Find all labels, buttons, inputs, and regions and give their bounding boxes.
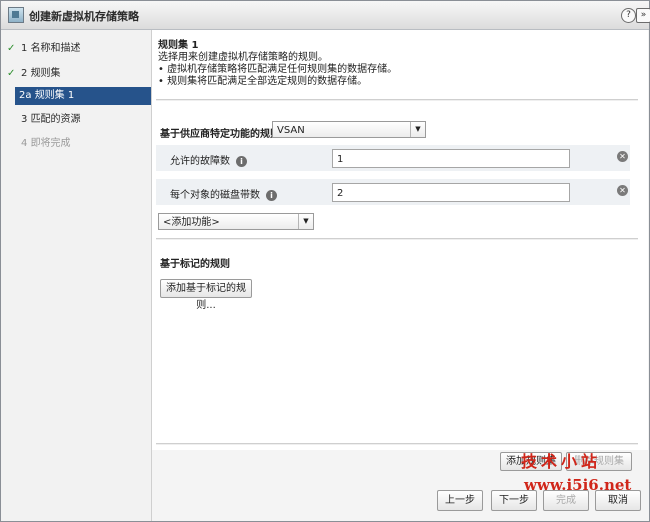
stripes-per-object-input[interactable]: 2: [332, 183, 570, 202]
expand-icon[interactable]: »: [636, 8, 650, 23]
divider: [156, 238, 638, 240]
step-number: 3: [21, 114, 28, 125]
capability-row: 每个对象的磁盘带数 i 2 ✕: [156, 179, 630, 205]
watermark-url: www.i5i6.net: [524, 476, 632, 494]
step-rule-sets[interactable]: ✓ 2 规则集: [7, 66, 61, 82]
step-matching-resources[interactable]: 3 匹配的资源: [7, 112, 81, 128]
remove-capability-icon[interactable]: ✕: [617, 151, 628, 162]
step-label: 规则集 1: [34, 90, 75, 101]
step-label: 匹配的资源: [30, 114, 81, 125]
step-number: 2: [21, 68, 28, 79]
help-icon[interactable]: ?: [621, 8, 636, 23]
check-icon: ✓: [7, 43, 16, 54]
chevron-down-icon: ▼: [410, 122, 425, 137]
check-icon: ✓: [7, 68, 16, 79]
step-ready-to-complete: 4 即将完成: [7, 136, 71, 152]
back-button[interactable]: 上一步: [437, 490, 483, 511]
rule-set-panel: 规则集 1 选择用来创建虚拟机存储策略的规则。 • 虚拟机存储策略将匹配满足任何…: [152, 30, 648, 450]
rule-set-header: 规则集 1 选择用来创建虚拟机存储策略的规则。 • 虚拟机存储策略将匹配满足任何…: [158, 40, 638, 88]
rule-set-title: 规则集 1: [158, 40, 199, 51]
vendor-rules-label: 基于供应商特定功能的规则: [160, 129, 280, 140]
step-number: 1: [21, 43, 28, 54]
vendor-select-value: VSAN: [277, 125, 305, 136]
remove-capability-icon[interactable]: ✕: [617, 185, 628, 196]
capability-label: 允许的故障数 i: [170, 152, 247, 167]
info-icon[interactable]: i: [266, 189, 277, 201]
title-bar: 创建新虚拟机存储策略 ? »: [1, 1, 650, 30]
failures-to-tolerate-input[interactable]: 1: [332, 149, 570, 168]
capability-row: 允许的故障数 i 1 ✕: [156, 145, 630, 171]
chevron-down-icon: ▼: [298, 214, 313, 229]
add-tag-rule-button[interactable]: 添加基于标记的规则...: [160, 279, 252, 311]
step-label: 即将完成: [30, 138, 71, 149]
step-rule-set-1[interactable]: 2a 规则集 1: [15, 87, 151, 105]
divider: [156, 99, 638, 101]
dialog-title: 创建新虚拟机存储策略: [29, 10, 139, 23]
step-label: 规则集: [30, 68, 61, 79]
step-label: 名称和描述: [30, 43, 81, 54]
step-name-description[interactable]: ✓ 1 名称和描述: [7, 41, 81, 57]
rule-set-description-bullet: • 虚拟机存储策略将匹配满足任何规则集的数据存储。: [158, 64, 398, 75]
step-number: 2a: [19, 90, 32, 101]
wizard-steps-sidebar: ✓ 1 名称和描述 ✓ 2 规则集 2a 规则集 1 3 匹配的资源 4 即将完成: [1, 30, 152, 521]
info-icon[interactable]: i: [236, 155, 247, 167]
add-capability-value: <添加功能>: [163, 217, 220, 228]
rule-set-description: 选择用来创建虚拟机存储策略的规则。: [158, 52, 328, 63]
step-number: 4: [21, 138, 28, 149]
capability-label: 每个对象的磁盘带数 i: [170, 186, 277, 201]
rule-set-description-bullet: • 规则集将匹配满足全部选定规则的数据存储。: [158, 76, 368, 87]
watermark-text: 技术小站: [521, 452, 602, 471]
vendor-select[interactable]: VSAN ▼: [272, 121, 426, 138]
add-capability-select[interactable]: <添加功能> ▼: [158, 213, 314, 230]
divider: [156, 443, 638, 445]
capability-label-text: 每个对象的磁盘带数: [170, 190, 260, 201]
tag-rules-label: 基于标记的规则: [160, 259, 230, 270]
storage-policy-icon: [8, 7, 24, 23]
capability-label-text: 允许的故障数: [170, 156, 230, 167]
create-storage-policy-dialog: 创建新虚拟机存储策略 ? » ✓ 1 名称和描述 ✓ 2 规则集 2a 规则集 1 …: [0, 0, 650, 522]
